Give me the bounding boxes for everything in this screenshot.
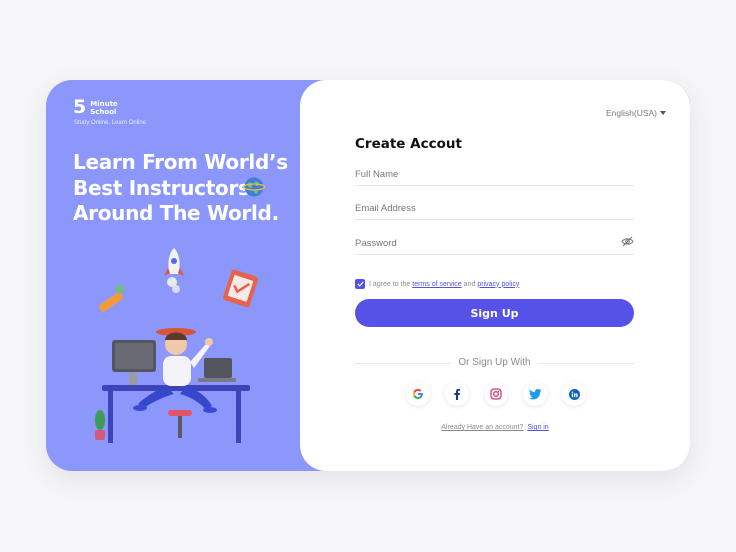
- globe-icon: [243, 177, 265, 197]
- email-field: [355, 198, 634, 220]
- already-account-text: Already Have an account?: [441, 424, 524, 431]
- sign-in-prompt: Already Have an account? Sign in: [300, 424, 690, 431]
- eye-slash-icon[interactable]: [621, 236, 634, 247]
- full-name-field: [355, 164, 634, 186]
- full-name-input[interactable]: [355, 165, 634, 180]
- password-field: [355, 233, 634, 255]
- monitor-icon: [112, 340, 156, 386]
- hero-line-3: Around The World.: [73, 201, 279, 225]
- agree-prefix: I agree to the: [369, 280, 411, 288]
- password-input[interactable]: [355, 234, 634, 249]
- terms-agreement: I agree to the terms of service and priv…: [355, 279, 521, 289]
- student-desk-illustration: [95, 248, 259, 443]
- signup-form-panel: English(USA) Create Accout I agree to th…: [300, 80, 690, 471]
- brand-tagline: Study Online, Learn Online: [74, 120, 147, 126]
- check-icon: [356, 281, 364, 287]
- agree-checkbox[interactable]: [355, 279, 365, 289]
- brand-name: Minute School: [90, 99, 118, 116]
- signup-card: 5 Minute School Study Online, Learn Onli…: [46, 80, 690, 471]
- sign-in-link[interactable]: Sign in: [527, 424, 548, 431]
- email-input[interactable]: [355, 199, 634, 214]
- language-label: English(USA): [606, 108, 658, 118]
- hero-line-2: Best Instructors: [73, 175, 250, 200]
- laptop-icon: [198, 358, 236, 382]
- clipboard-icon: [223, 269, 259, 308]
- terms-of-service-link[interactable]: terms of service: [412, 281, 461, 288]
- linkedin-button[interactable]: [562, 382, 586, 406]
- hero-line-1: Learn From World’s: [73, 150, 288, 174]
- language-selector[interactable]: English(USA): [606, 108, 667, 118]
- paintbrush-icon: [98, 284, 125, 312]
- twitter-icon: [528, 388, 541, 399]
- instagram-icon: [490, 388, 502, 400]
- plant-icon: [95, 410, 105, 440]
- rocket-icon: [164, 248, 184, 293]
- form-title: Create Accout: [355, 136, 462, 152]
- facebook-button[interactable]: [445, 382, 469, 406]
- social-divider: Or Sign Up With: [355, 357, 634, 369]
- linkedin-icon: [568, 388, 580, 400]
- divider-line-right: [538, 363, 634, 364]
- google-icon: [412, 389, 423, 399]
- sign-up-button[interactable]: Sign Up: [355, 299, 634, 327]
- hero-headline: Learn From World’s Best Instructors Arou…: [73, 150, 303, 227]
- social-buttons: [406, 382, 586, 406]
- caret-down-icon: [660, 111, 667, 115]
- brand-number: 5: [73, 96, 87, 118]
- google-button[interactable]: [406, 382, 430, 406]
- privacy-policy-link[interactable]: privacy policy: [477, 281, 519, 288]
- twitter-button[interactable]: [523, 382, 547, 406]
- facebook-icon: [454, 388, 460, 400]
- agree-and: and: [463, 280, 476, 288]
- brand-logo[interactable]: 5 Minute School: [73, 98, 122, 117]
- instagram-button[interactable]: [484, 382, 508, 406]
